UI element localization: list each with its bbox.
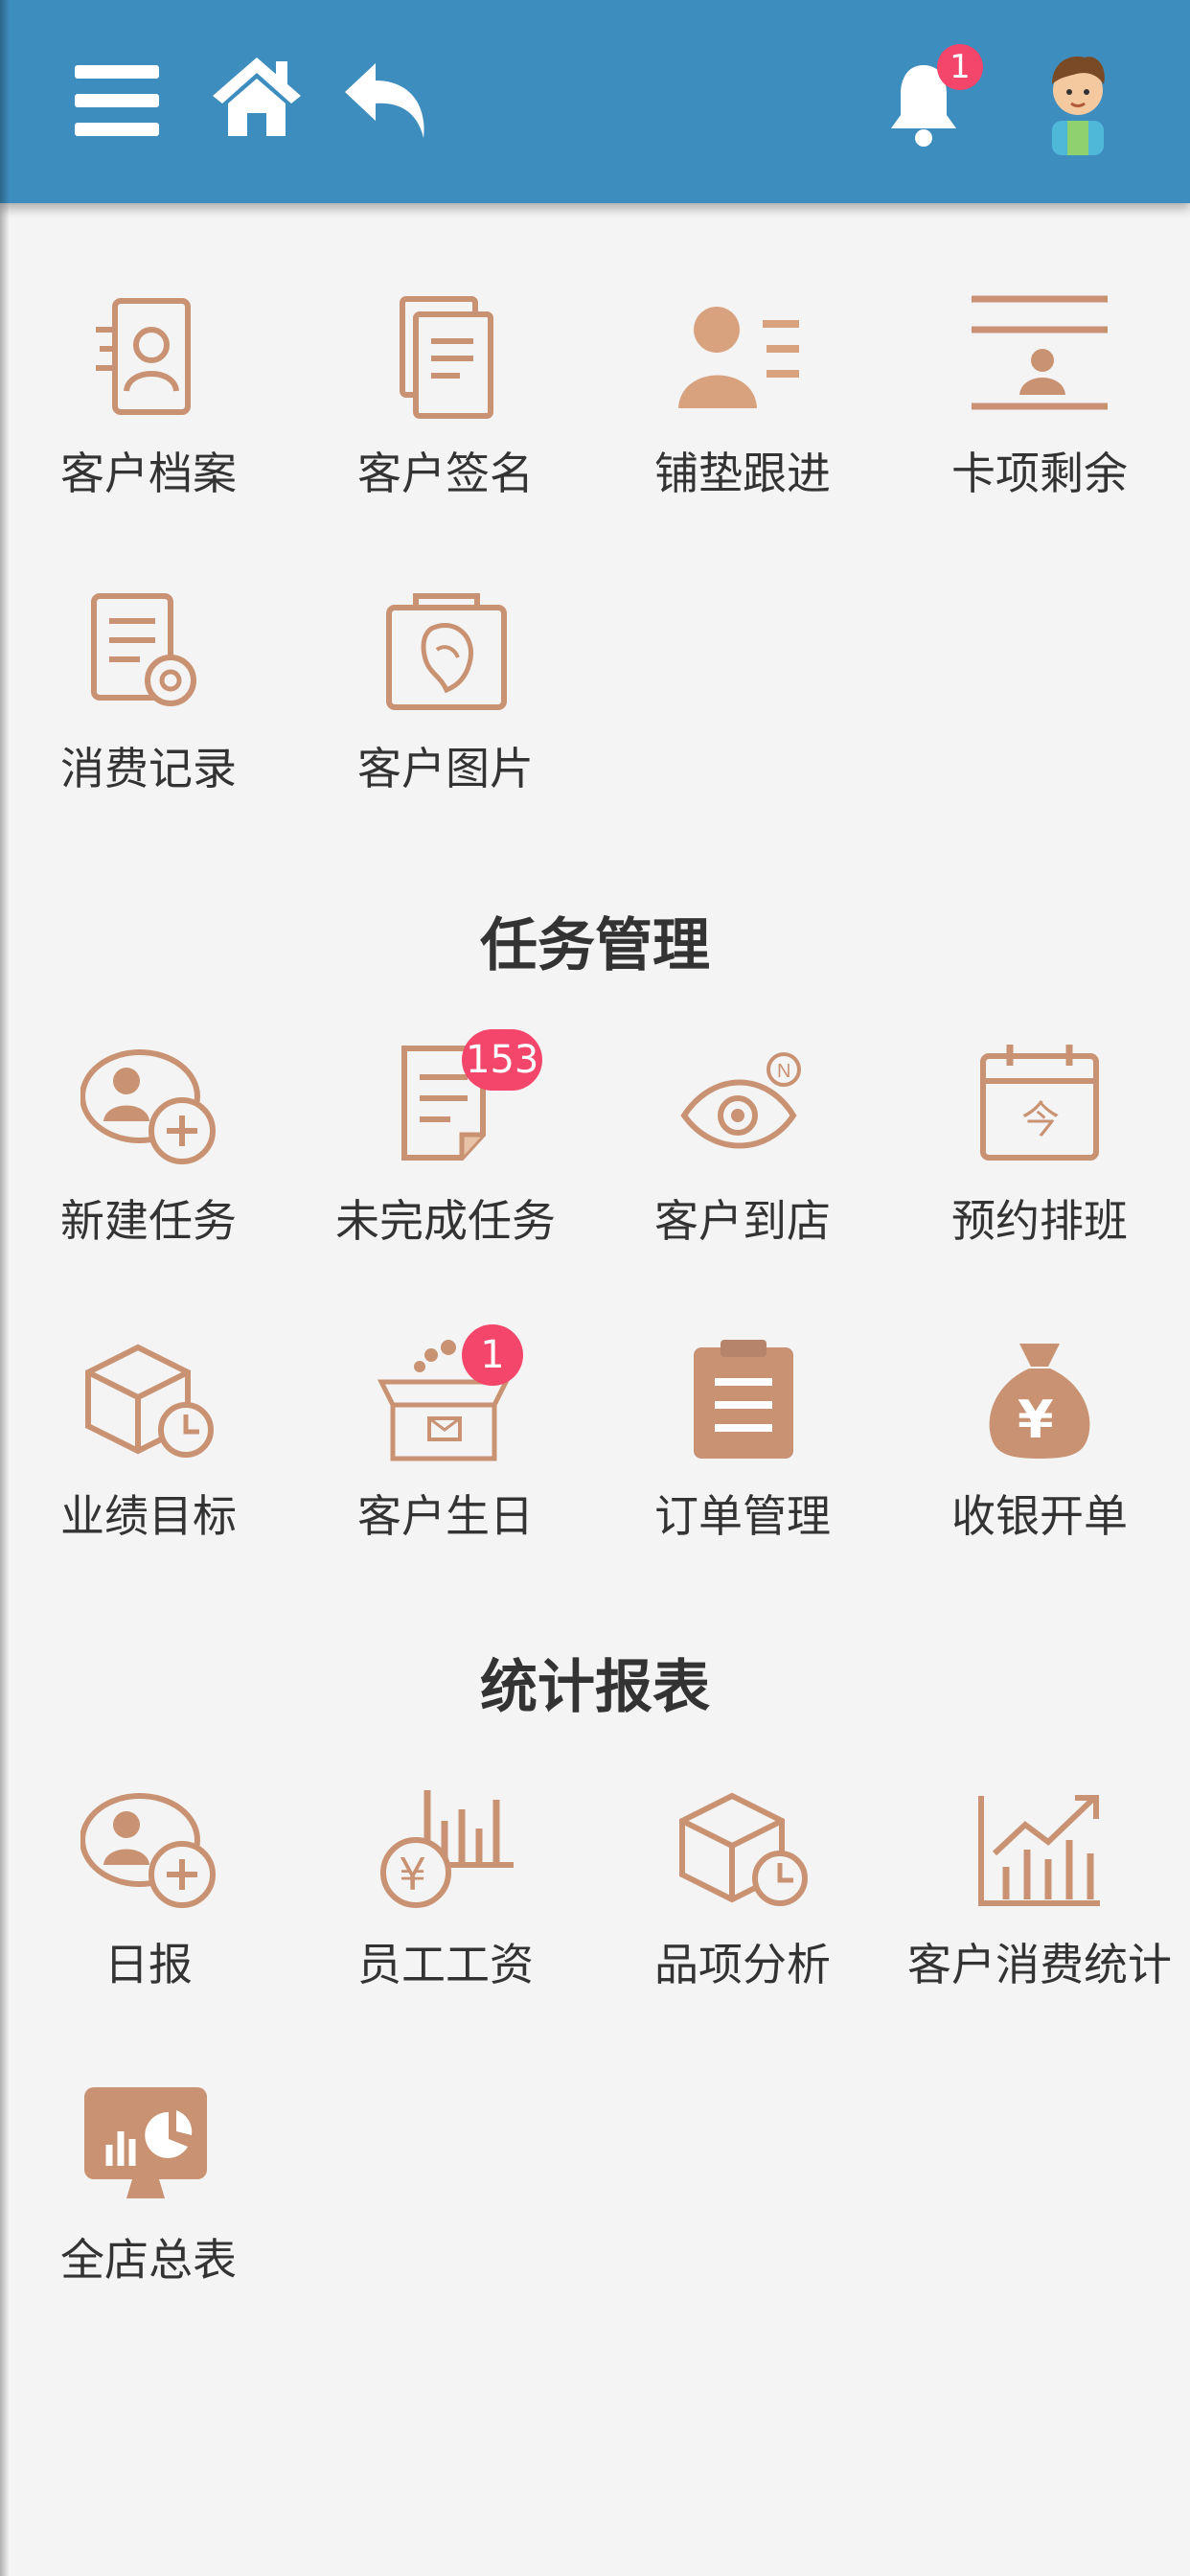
box-clock-icon bbox=[679, 1792, 808, 1906]
menu-item-label: 日报 bbox=[104, 1939, 193, 1990]
menu-item-label: 预约排班 bbox=[951, 1195, 1128, 1247]
menu-item-label: 消费记录 bbox=[60, 743, 237, 794]
menu-icon bbox=[75, 65, 159, 79]
add-person-icon bbox=[80, 1049, 216, 1164]
section-title-tasks: 任务管理 bbox=[480, 912, 710, 979]
birthday-badge: 1 bbox=[462, 1324, 523, 1386]
menu-item-label: 员工工资 bbox=[357, 1939, 534, 1990]
home-icon bbox=[213, 58, 301, 136]
home-button[interactable] bbox=[209, 54, 305, 140]
document-stack-icon bbox=[400, 296, 493, 419]
menu-item-label: 铺垫跟进 bbox=[654, 448, 831, 499]
yen-chart-icon: ¥ bbox=[380, 1790, 514, 1908]
back-button[interactable] bbox=[341, 58, 437, 144]
menu-item-label: 客户消费统计 bbox=[907, 1939, 1172, 1990]
menu-item-unfinished-tasks[interactable]: 153 未完成任务 bbox=[297, 1029, 594, 1263]
profile-card-icon bbox=[96, 298, 191, 415]
menu-icon-bar bbox=[75, 123, 159, 136]
left-edge-shadow bbox=[0, 0, 10, 2576]
menu-item-item-analysis[interactable]: 品项分析 bbox=[594, 1786, 891, 2007]
monitor-chart-icon bbox=[84, 2087, 207, 2198]
clipboard-icon bbox=[694, 1340, 793, 1459]
document-gear-icon bbox=[91, 593, 196, 706]
menu-item-label: 收银开单 bbox=[951, 1490, 1128, 1542]
menu-item-customer-signature[interactable]: 客户签名 bbox=[297, 295, 594, 516]
trend-chart-icon bbox=[978, 1795, 1100, 1906]
menu-item-staff-salary[interactable]: ¥ 员工工资 bbox=[297, 1786, 594, 2007]
menu-item-customer-profile[interactable]: 客户档案 bbox=[0, 295, 297, 516]
photo-portrait-icon bbox=[386, 593, 507, 710]
menu-item-store-summary[interactable]: 全店总表 bbox=[0, 2082, 297, 2302]
svg-text:¥: ¥ bbox=[399, 1849, 426, 1900]
menu-item-label: 品项分析 bbox=[654, 1939, 831, 1990]
menu-item-daily-report[interactable]: 日报 bbox=[0, 1786, 297, 2007]
menu-item-label: 全店总表 bbox=[60, 2234, 237, 2286]
menu-item-label: 客户生日 bbox=[357, 1490, 534, 1542]
menu-item-consumption-records[interactable]: 消费记录 bbox=[0, 590, 297, 811]
menu-item-label: 未完成任务 bbox=[335, 1195, 556, 1247]
back-arrow-icon bbox=[345, 63, 424, 138]
eye-refresh-icon: N bbox=[680, 1052, 801, 1149]
menu-item-label: 客户档案 bbox=[60, 448, 237, 499]
calendar-today-icon: 今 bbox=[980, 1045, 1099, 1161]
menu-item-followup[interactable]: 铺垫跟进 bbox=[594, 295, 891, 516]
top-navigation-bar: 1 bbox=[0, 0, 1190, 203]
menu-item-label: 卡项剩余 bbox=[951, 448, 1128, 499]
notification-badge: 1 bbox=[937, 44, 983, 90]
menu-icon-bar bbox=[75, 94, 159, 107]
menu-item-label: 客户签名 bbox=[357, 448, 534, 499]
id-card-icon bbox=[972, 295, 1108, 410]
menu-item-label: 订单管理 bbox=[654, 1490, 831, 1542]
user-avatar[interactable] bbox=[1025, 44, 1131, 155]
unfinished-tasks-badge: 153 bbox=[462, 1029, 543, 1091]
svg-text:N: N bbox=[777, 1061, 790, 1082]
menu-item-cashier[interactable]: ¥ 收银开单 bbox=[891, 1338, 1188, 1558]
menu-item-label: 客户到店 bbox=[654, 1195, 831, 1247]
menu-item-label: 业绩目标 bbox=[60, 1490, 237, 1542]
menu-item-new-task[interactable]: 新建任务 bbox=[0, 1043, 297, 1263]
menu-item-customer-photos[interactable]: 客户图片 bbox=[297, 590, 594, 811]
menu-item-card-balance[interactable]: 卡项剩余 bbox=[891, 295, 1188, 516]
add-person-icon bbox=[80, 1793, 216, 1908]
avatar-icon bbox=[1052, 56, 1105, 155]
menu-button[interactable] bbox=[69, 59, 165, 142]
menu-item-appointment-schedule[interactable]: 今 预约排班 bbox=[891, 1043, 1188, 1263]
menu-item-label: 客户图片 bbox=[357, 743, 534, 794]
menu-item-order-management[interactable]: 订单管理 bbox=[594, 1338, 891, 1558]
menu-item-label: 新建任务 bbox=[60, 1195, 237, 1247]
money-bag-icon: ¥ bbox=[989, 1344, 1090, 1459]
section-title-reports: 统计报表 bbox=[480, 1654, 710, 1721]
svg-text:今: 今 bbox=[1021, 1098, 1060, 1142]
menu-item-performance-target[interactable]: 业绩目标 bbox=[0, 1338, 297, 1558]
menu-item-customer-birthday[interactable]: 1 客户生日 bbox=[297, 1324, 594, 1558]
svg-text:¥: ¥ bbox=[1018, 1390, 1054, 1450]
box-clock-icon bbox=[85, 1344, 214, 1458]
menu-item-customer-consumption-stats[interactable]: 客户消费统计 bbox=[891, 1786, 1188, 2007]
menu-item-customer-arrival[interactable]: N 客户到店 bbox=[594, 1043, 891, 1263]
person-list-icon bbox=[678, 307, 799, 408]
